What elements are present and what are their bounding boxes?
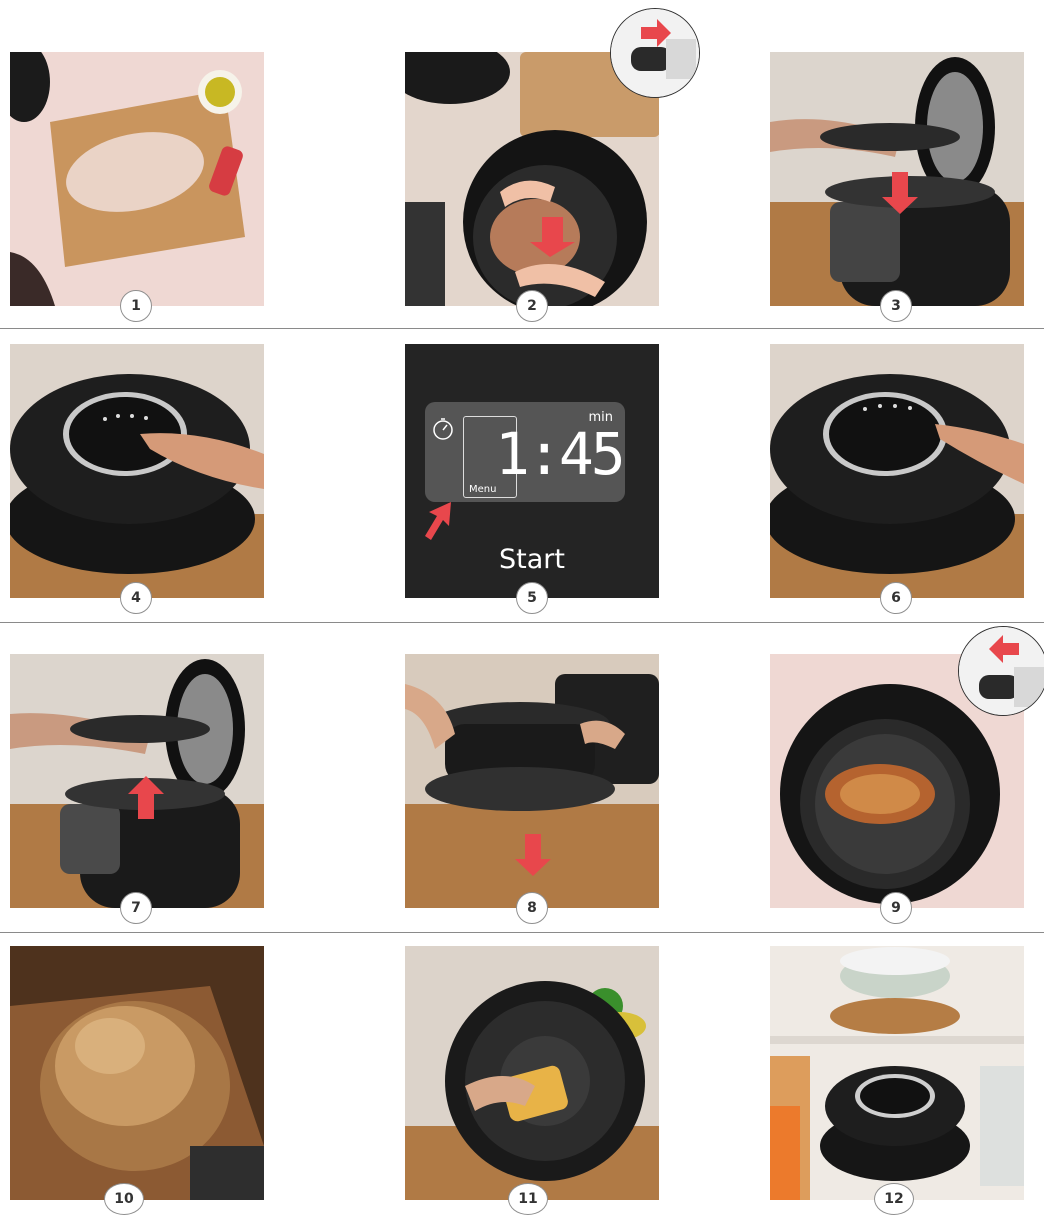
step-badge-9: 9 <box>880 892 912 924</box>
cleaning-lid-illustration <box>405 946 659 1200</box>
step-10-photo <box>10 946 264 1200</box>
step-badge-1: 1 <box>120 290 152 322</box>
row-divider-3 <box>0 932 1044 933</box>
chicken-into-pot-illustration <box>405 52 659 306</box>
handle-lock-illustration <box>959 627 1044 715</box>
start-press-illustration <box>770 344 1024 598</box>
step-5-lcd-panel: Menu 1:45 min Start <box>405 344 659 598</box>
step-1-photo <box>10 52 264 306</box>
step-badge-12: 12 <box>874 1183 914 1215</box>
step-2-photo <box>405 52 659 306</box>
step-3-photo <box>770 52 1024 306</box>
menu-label: Menu <box>467 484 499 495</box>
time-unit: min <box>588 410 613 425</box>
step-9-zoom-inset <box>958 626 1044 716</box>
time-display: 1:45 <box>495 420 626 488</box>
lcd-screen: Menu 1:45 min <box>425 402 626 502</box>
step-badge-6: 6 <box>880 582 912 614</box>
remove-lid-illustration <box>405 654 659 908</box>
timer-icon <box>433 418 453 440</box>
step-6-photo <box>770 344 1024 598</box>
step-badge-7: 7 <box>120 892 152 924</box>
roasted-chicken-illustration <box>10 946 264 1200</box>
step-12-photo <box>770 946 1024 1200</box>
row-divider-2 <box>0 622 1044 623</box>
step-badge-5: 5 <box>516 582 548 614</box>
closing-lid-illustration <box>770 52 1024 306</box>
step-badge-3: 3 <box>880 290 912 322</box>
step-badge-4: 4 <box>120 582 152 614</box>
step-badge-8: 8 <box>516 892 548 924</box>
step-8-photo <box>405 654 659 908</box>
control-panel-press-illustration <box>10 344 264 598</box>
start-label: Start <box>499 544 565 575</box>
step-badge-2: 2 <box>516 290 548 322</box>
arrow-up-right-icon <box>425 502 451 540</box>
step-4-photo <box>10 344 264 598</box>
row-divider-1 <box>0 328 1044 329</box>
raw-chicken-illustration <box>10 52 264 306</box>
step-2-zoom-inset <box>610 8 700 98</box>
stored-cooker-illustration <box>770 946 1024 1200</box>
handle-unlock-illustration <box>611 9 699 97</box>
step-badge-11: 11 <box>508 1183 548 1215</box>
step-11-photo <box>405 946 659 1200</box>
step-7-photo <box>10 654 264 908</box>
opening-lid-illustration <box>10 654 264 908</box>
step-badge-10: 10 <box>104 1183 144 1215</box>
